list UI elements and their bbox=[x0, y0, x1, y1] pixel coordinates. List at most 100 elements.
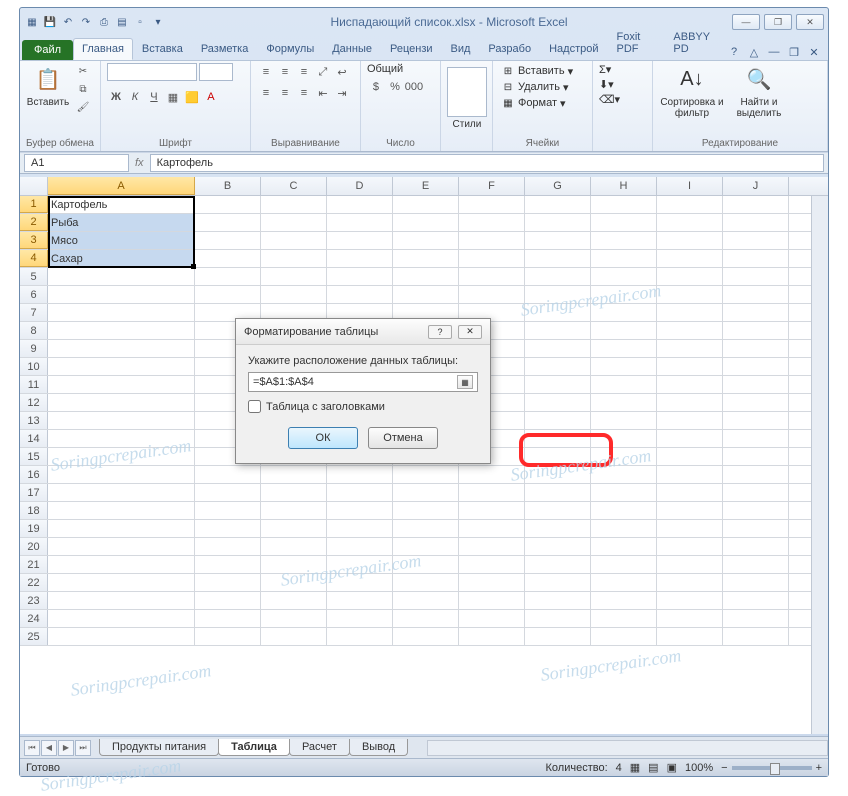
cell-H23[interactable] bbox=[591, 592, 657, 609]
cell-C3[interactable] bbox=[261, 232, 327, 249]
col-header-G[interactable]: G bbox=[525, 177, 591, 195]
range-picker-icon[interactable]: ▦ bbox=[457, 375, 473, 389]
file-tab[interactable]: Файл bbox=[22, 40, 73, 60]
cell-C18[interactable] bbox=[261, 502, 327, 519]
cell-I14[interactable] bbox=[657, 430, 723, 447]
open-icon[interactable]: ▤ bbox=[114, 14, 130, 30]
border-button[interactable]: ▦ bbox=[164, 88, 182, 106]
cell-H17[interactable] bbox=[591, 484, 657, 501]
cell-F23[interactable] bbox=[459, 592, 525, 609]
cell-I6[interactable] bbox=[657, 286, 723, 303]
cell-H15[interactable] bbox=[591, 448, 657, 465]
row-header-6[interactable]: 6 bbox=[20, 286, 48, 303]
undo-icon[interactable]: ↶ bbox=[60, 14, 76, 30]
row-header-17[interactable]: 17 bbox=[20, 484, 48, 501]
cell-I17[interactable] bbox=[657, 484, 723, 501]
row-header-1[interactable]: 1 bbox=[20, 196, 48, 213]
view-normal-icon[interactable]: ▦ bbox=[630, 761, 640, 774]
cell-J24[interactable] bbox=[723, 610, 789, 627]
comma-icon[interactable]: 000 bbox=[405, 78, 423, 96]
row-header-15[interactable]: 15 bbox=[20, 448, 48, 465]
cell-J2[interactable] bbox=[723, 214, 789, 231]
headers-checkbox[interactable] bbox=[248, 400, 261, 413]
row-header-11[interactable]: 11 bbox=[20, 376, 48, 393]
cell-H13[interactable] bbox=[591, 412, 657, 429]
cell-A13[interactable] bbox=[48, 412, 195, 429]
cell-D20[interactable] bbox=[327, 538, 393, 555]
cell-I5[interactable] bbox=[657, 268, 723, 285]
sheet-tab-1[interactable]: Таблица bbox=[218, 739, 290, 756]
cell-J5[interactable] bbox=[723, 268, 789, 285]
cell-B3[interactable] bbox=[195, 232, 261, 249]
cell-F19[interactable] bbox=[459, 520, 525, 537]
cell-H8[interactable] bbox=[591, 322, 657, 339]
cell-H1[interactable] bbox=[591, 196, 657, 213]
cell-I21[interactable] bbox=[657, 556, 723, 573]
cell-D2[interactable] bbox=[327, 214, 393, 231]
cell-A23[interactable] bbox=[48, 592, 195, 609]
minimize-button[interactable]: — bbox=[732, 14, 760, 30]
cell-A11[interactable] bbox=[48, 376, 195, 393]
number-format-select[interactable]: Общий bbox=[367, 63, 437, 75]
cell-J13[interactable] bbox=[723, 412, 789, 429]
delete-cells-button[interactable]: ⊟Удалить▾ bbox=[499, 79, 575, 95]
cell-G10[interactable] bbox=[525, 358, 591, 375]
cell-B17[interactable] bbox=[195, 484, 261, 501]
cell-I7[interactable] bbox=[657, 304, 723, 321]
sheet-tab-2[interactable]: Расчет bbox=[289, 739, 350, 756]
cell-C25[interactable] bbox=[261, 628, 327, 645]
tab-developer[interactable]: Разрабо bbox=[479, 38, 540, 60]
cell-D6[interactable] bbox=[327, 286, 393, 303]
row-header-14[interactable]: 14 bbox=[20, 430, 48, 447]
cell-B21[interactable] bbox=[195, 556, 261, 573]
autosum-button[interactable]: Σ▾ bbox=[599, 63, 611, 76]
row-header-8[interactable]: 8 bbox=[20, 322, 48, 339]
row-header-13[interactable]: 13 bbox=[20, 412, 48, 429]
align-center-icon[interactable]: ≡ bbox=[276, 84, 294, 102]
cell-A24[interactable] bbox=[48, 610, 195, 627]
row-header-7[interactable]: 7 bbox=[20, 304, 48, 321]
underline-button[interactable]: Ч bbox=[145, 88, 163, 106]
currency-icon[interactable]: $ bbox=[367, 78, 385, 96]
col-header-I[interactable]: I bbox=[657, 177, 723, 195]
cell-G13[interactable] bbox=[525, 412, 591, 429]
align-left-icon[interactable]: ≡ bbox=[257, 84, 275, 102]
cell-F1[interactable] bbox=[459, 196, 525, 213]
orientation-icon[interactable]: ⤢ bbox=[314, 63, 332, 81]
sheet-tab-0[interactable]: Продукты питания bbox=[99, 739, 219, 756]
cell-D21[interactable] bbox=[327, 556, 393, 573]
fill-color-button[interactable]: 🟨 bbox=[183, 88, 201, 106]
formula-bar[interactable]: Картофель bbox=[150, 154, 824, 172]
cell-A21[interactable] bbox=[48, 556, 195, 573]
zoom-in-button[interactable]: + bbox=[816, 762, 822, 774]
cell-I4[interactable] bbox=[657, 250, 723, 267]
cell-J9[interactable] bbox=[723, 340, 789, 357]
cell-A8[interactable] bbox=[48, 322, 195, 339]
cell-G8[interactable] bbox=[525, 322, 591, 339]
cell-B19[interactable] bbox=[195, 520, 261, 537]
cell-H7[interactable] bbox=[591, 304, 657, 321]
cell-B23[interactable] bbox=[195, 592, 261, 609]
cell-G24[interactable] bbox=[525, 610, 591, 627]
cell-G21[interactable] bbox=[525, 556, 591, 573]
cell-F2[interactable] bbox=[459, 214, 525, 231]
cell-F5[interactable] bbox=[459, 268, 525, 285]
redo-icon[interactable]: ↷ bbox=[78, 14, 94, 30]
cell-A2[interactable]: Рыба bbox=[48, 214, 195, 231]
col-header-B[interactable]: B bbox=[195, 177, 261, 195]
cell-C16[interactable] bbox=[261, 466, 327, 483]
cell-H18[interactable] bbox=[591, 502, 657, 519]
headers-checkbox-label[interactable]: Таблица с заголовками bbox=[248, 400, 478, 413]
row-header-18[interactable]: 18 bbox=[20, 502, 48, 519]
cell-I1[interactable] bbox=[657, 196, 723, 213]
cell-A22[interactable] bbox=[48, 574, 195, 591]
dialog-help-icon[interactable]: ? bbox=[428, 325, 452, 339]
cut-icon[interactable]: ✂ bbox=[74, 63, 92, 79]
cell-H19[interactable] bbox=[591, 520, 657, 537]
save-icon[interactable]: 💾 bbox=[42, 14, 58, 30]
cell-I19[interactable] bbox=[657, 520, 723, 537]
doc-max-icon[interactable]: ❐ bbox=[786, 44, 802, 60]
cell-E2[interactable] bbox=[393, 214, 459, 231]
cell-F18[interactable] bbox=[459, 502, 525, 519]
cell-A4[interactable]: Сахар bbox=[48, 250, 195, 267]
